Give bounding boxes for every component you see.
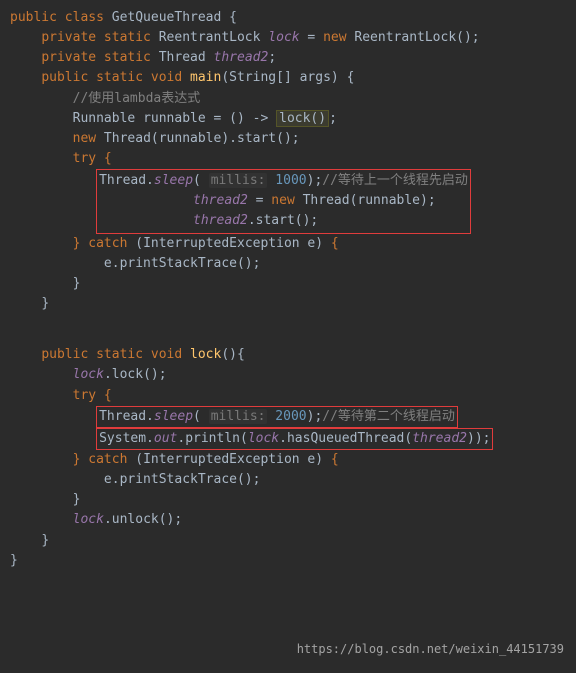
unlock-call: lock.unlock(); — [10, 510, 566, 530]
blank-line — [10, 330, 566, 346]
println-box: System.out.println(lock.hasQueuedThread(… — [10, 428, 566, 450]
try-open-lock: try { — [10, 386, 566, 406]
print-stack-lock: e.printStackTrace(); — [10, 470, 566, 490]
catch-lock: } catch (InterruptedException e) { — [10, 450, 566, 470]
sleep-2000-box: Thread.sleep( millis: 2000);//等待第二个线程启动 — [10, 406, 566, 428]
code-block: public class GetQueueThread { private st… — [10, 8, 566, 571]
try-open-main: try { — [10, 149, 566, 169]
comment-lambda: //使用lambda表达式 — [10, 89, 566, 109]
end-main: } — [10, 294, 566, 314]
runnable-decl: Runnable runnable = () -> lock(); — [10, 109, 566, 129]
main-sig: public static void main(String[] args) { — [10, 68, 566, 88]
watermark: https://blog.csdn.net/weixin_44151739 — [297, 640, 564, 659]
class-line: public class GetQueueThread { — [10, 8, 566, 28]
sleep-1000-box: Thread.sleep( millis: 1000);//等待上一个线程先启动… — [10, 169, 566, 233]
end-lock: } — [10, 531, 566, 551]
lock-sig: public static void lock(){ — [10, 345, 566, 365]
print-stack-main: e.printStackTrace(); — [10, 254, 566, 274]
catch-main: } catch (InterruptedException e) { — [10, 234, 566, 254]
end-try-main: } — [10, 274, 566, 294]
field-lock: private static ReentrantLock lock = new … — [10, 28, 566, 48]
end-try-lock: } — [10, 490, 566, 510]
lock-call: lock.lock(); — [10, 365, 566, 385]
field-thread2: private static Thread thread2; — [10, 48, 566, 68]
new-thread-start: new Thread(runnable).start(); — [10, 129, 566, 149]
end-class: } — [10, 551, 566, 571]
blank-line — [10, 314, 566, 330]
